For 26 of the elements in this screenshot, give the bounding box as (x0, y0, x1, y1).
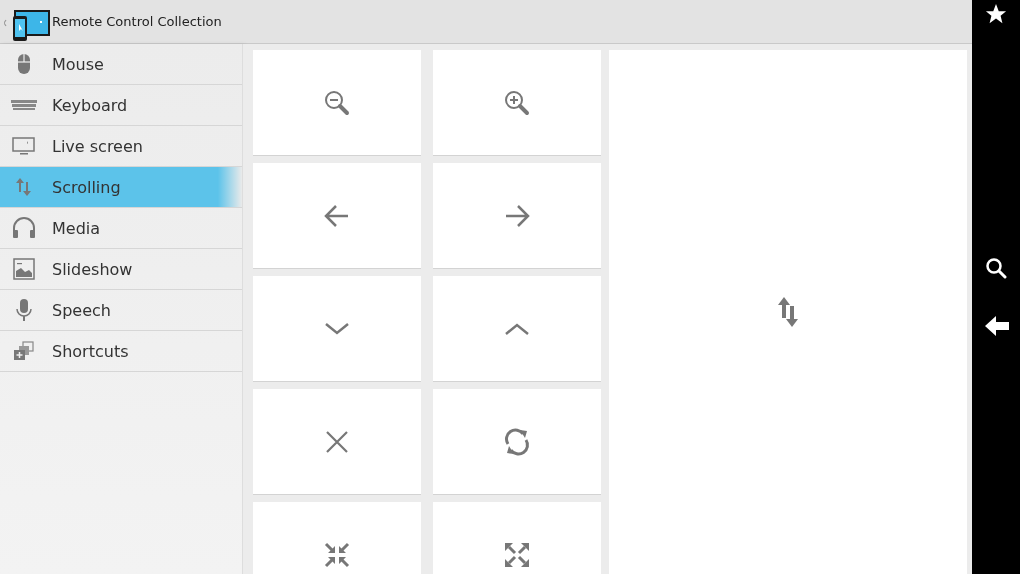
remote-button[interactable] (433, 50, 601, 156)
headphones-icon (11, 216, 37, 240)
sidebar-item[interactable]: Scrolling (0, 167, 242, 208)
sidebar-item[interactable]: Keyboard (0, 85, 242, 126)
search-icon[interactable] (985, 257, 1007, 279)
monitor-icon (11, 134, 37, 158)
up-down-arrows-icon (778, 296, 798, 328)
scroll-pad[interactable] (609, 50, 967, 574)
star-icon[interactable] (985, 3, 1007, 25)
remote-button[interactable] (253, 389, 421, 495)
sidebar-item[interactable]: Mouse (0, 44, 242, 85)
remote-button[interactable] (433, 276, 601, 382)
back-arrow-icon[interactable] (985, 316, 1009, 336)
image-icon (11, 257, 37, 281)
sidebar-item[interactable]: Speech (0, 290, 242, 331)
remote-button[interactable] (433, 389, 601, 495)
refresh-icon (502, 426, 532, 457)
remote-button[interactable] (253, 50, 421, 156)
stacked-windows-icon (11, 339, 37, 363)
remote-button[interactable] (253, 276, 421, 382)
sidebar-item[interactable]: Slideshow (0, 249, 242, 290)
app-title: Remote Control Collection (52, 14, 222, 29)
remote-button[interactable] (253, 163, 421, 269)
sidebar-item[interactable]: Shortcuts (0, 331, 242, 372)
sidebar-item[interactable]: Media (0, 208, 242, 249)
remote-button[interactable] (433, 163, 601, 269)
